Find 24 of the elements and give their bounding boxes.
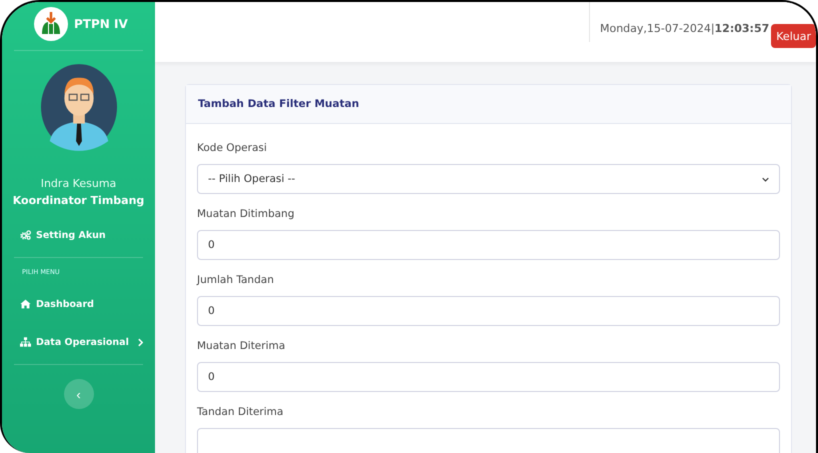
sidebar-toggle-button[interactable]: ‹: [64, 379, 94, 409]
sidebar-item[interactable]: Dashboard: [2, 290, 155, 318]
field-label: Kode Operasi: [197, 142, 268, 154]
brand-name: PTPN IV: [74, 17, 128, 31]
sidebar-item[interactable]: Data Operasional: [2, 328, 155, 356]
input-field[interactable]: 0: [197, 362, 780, 392]
field-label: Muatan Ditimbang: [197, 208, 296, 220]
sitemap-icon: [20, 337, 31, 347]
input-field[interactable]: 0: [197, 230, 780, 260]
field-label: Jumlah Tandan: [197, 274, 275, 286]
user-name: Indra Kesuma: [40, 177, 118, 190]
logout-button[interactable]: Keluar: [771, 24, 816, 48]
card-title: Tambah Data Filter Muatan: [186, 85, 791, 124]
select-field[interactable]: -- Pilih Operasi --: [197, 164, 780, 194]
field-label: Tandan Diterima: [197, 406, 284, 418]
home-icon: [20, 299, 31, 309]
input-field[interactable]: [197, 428, 780, 453]
caret-icon: [762, 176, 769, 182]
logo-icon: [34, 7, 68, 41]
input-field[interactable]: 0: [197, 296, 780, 326]
field-label: Muatan Diterima: [197, 340, 286, 352]
user-role: Koordinator Timbang: [12, 194, 146, 207]
sidebar-item[interactable]: Setting Akun: [2, 221, 155, 249]
gears-icon: [20, 230, 31, 240]
